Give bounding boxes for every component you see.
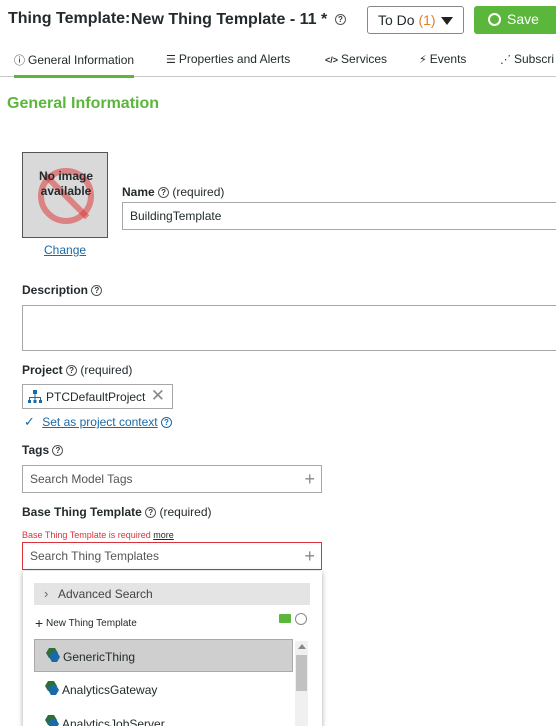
required-marker: (required) — [172, 185, 225, 199]
error-more-link[interactable]: more — [153, 530, 174, 540]
checkmark-icon: ✓ — [24, 414, 35, 429]
name-label-row: Name ? (required) — [122, 185, 224, 199]
help-icon[interactable]: ? — [161, 417, 172, 429]
description-label: Description — [22, 283, 89, 297]
help-icon[interactable]: ? — [52, 445, 64, 457]
help-icon[interactable]: ? — [145, 507, 157, 519]
new-thing-template-button[interactable]: + New Thing Template — [35, 615, 137, 631]
todo-label: To Do — [378, 12, 415, 28]
lightning-icon: ⚡ — [419, 54, 427, 66]
project-label-row: Project ? (required) — [22, 363, 132, 377]
tags-label-row: Tags ? — [22, 443, 64, 457]
project-value: PTCDefaultProject — [46, 390, 146, 404]
help-icon[interactable]: ? — [91, 285, 103, 297]
thing-template-icon — [45, 681, 59, 695]
remove-icon[interactable]: ✕ — [151, 386, 165, 406]
save-label: Save — [507, 11, 539, 27]
description-label-row: Description ? — [22, 283, 103, 297]
caret-down-icon — [441, 17, 453, 25]
error-row: Base Thing Template is required more — [22, 530, 174, 540]
list-item[interactable]: GenericThing — [34, 639, 293, 672]
advanced-search-toggle[interactable]: › Advanced Search — [34, 583, 310, 605]
list-icon: ☰ — [166, 54, 176, 66]
tags-label: Tags — [22, 443, 50, 457]
tags-placeholder: Search Model Tags — [30, 472, 133, 486]
list-item[interactable]: AnalyticsJobServer — [34, 707, 293, 726]
change-image-link[interactable]: Change — [44, 243, 86, 257]
name-input[interactable]: BuildingTemplate — [122, 202, 556, 230]
tags-search-input[interactable]: Search Model Tags + — [22, 465, 322, 493]
dropdown-scrollbar[interactable] — [295, 641, 308, 726]
help-icon[interactable]: ? — [66, 365, 78, 377]
feed-icon: ⋰ — [500, 54, 511, 66]
thumbnail-image: No image available — [22, 152, 108, 238]
todo-button[interactable]: To Do (1) — [367, 6, 464, 34]
page-title: New Thing Template - 11 * — [131, 11, 327, 29]
save-button[interactable]: Save — [474, 6, 556, 34]
no-image-text: No image available — [38, 169, 93, 198]
section-title: General Information — [7, 95, 160, 112]
scroll-up-icon[interactable] — [298, 644, 306, 649]
project-context-row: ✓ Set as project context ? — [24, 414, 172, 430]
name-label: Name — [122, 185, 155, 199]
scroll-thumb[interactable] — [296, 655, 307, 691]
error-message: Base Thing Template is required — [22, 530, 151, 540]
page-title-label: Thing Template: — [8, 10, 131, 27]
required-marker: (required) — [159, 505, 212, 519]
todo-count: (1) — [418, 12, 436, 28]
tab-bar: ⓘ General Information ☰ Properties and Ale… — [0, 44, 556, 78]
help-icon[interactable]: ? — [335, 14, 346, 25]
tab-services[interactable]: </> Services — [325, 52, 387, 66]
info-icon: ⓘ — [14, 55, 25, 67]
base-template-label: Base Thing Template — [22, 505, 142, 519]
plus-icon[interactable]: + — [304, 547, 315, 565]
unsaved-marker: * — [320, 11, 328, 28]
description-input[interactable] — [22, 305, 556, 351]
tab-properties-and-alerts[interactable]: ☰ Properties and Alerts — [166, 52, 290, 66]
help-icon[interactable]: ? — [158, 187, 170, 199]
template-name: New Thing Template - 11 — [131, 11, 317, 28]
history-icon[interactable] — [295, 613, 307, 625]
thing-template-icon — [46, 648, 60, 662]
project-chip[interactable]: PTCDefaultProject ✕ — [22, 384, 173, 409]
tab-events[interactable]: ⚡ Events — [419, 52, 466, 66]
plus-icon[interactable]: + — [304, 470, 315, 488]
code-icon: </> — [325, 55, 339, 65]
project-label: Project — [22, 363, 63, 377]
set-project-context-link[interactable]: Set as project context — [42, 415, 157, 429]
base-template-search-input[interactable]: Search Thing Templates + — [22, 542, 322, 570]
circle-icon — [488, 13, 501, 26]
plus-icon: + — [35, 615, 44, 631]
required-marker: (required) — [80, 363, 133, 377]
project-icon — [28, 390, 42, 403]
list-item[interactable]: AnalyticsGateway — [34, 673, 293, 706]
template-search-dropdown: › Advanced Search + New Thing Template G… — [23, 571, 322, 726]
folder-icon[interactable] — [279, 614, 291, 623]
tab-general-information[interactable]: ⓘ General Information — [14, 52, 135, 78]
tab-subscriptions[interactable]: ⋰ Subscri — [500, 52, 554, 66]
thing-template-icon — [45, 715, 59, 726]
base-template-placeholder: Search Thing Templates — [30, 549, 159, 563]
base-template-label-row: Base Thing Template ? (required) — [22, 505, 212, 519]
chevron-right-icon: › — [44, 586, 49, 601]
